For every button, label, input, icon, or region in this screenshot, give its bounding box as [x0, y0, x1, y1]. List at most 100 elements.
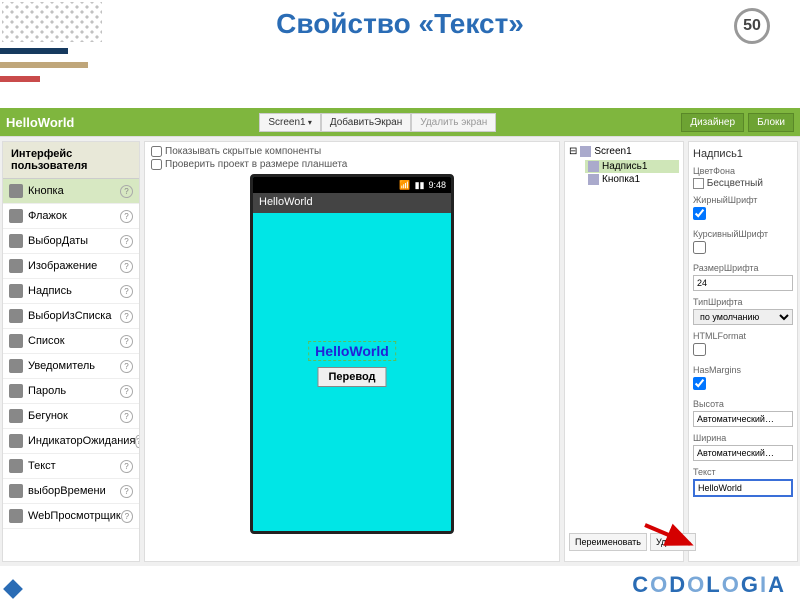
- help-icon[interactable]: ?: [120, 235, 133, 248]
- add-screen-button[interactable]: ДобавитьЭкран: [321, 113, 411, 132]
- help-icon[interactable]: ?: [120, 360, 133, 373]
- palette-item-12[interactable]: выборВремени?: [3, 479, 139, 504]
- palette-item-9[interactable]: Бегунок?: [3, 404, 139, 429]
- tablet-check[interactable]: Проверить проект в размере планшета: [151, 159, 553, 170]
- app-toolbar: HelloWorld Screen1 ДобавитьЭкран Удалить…: [0, 108, 800, 136]
- footer-decoration: [3, 579, 23, 599]
- palette-item-8[interactable]: Пароль?: [3, 379, 139, 404]
- width-label: Ширина: [693, 433, 793, 443]
- width-input[interactable]: [693, 445, 793, 461]
- bold-label: ЖирныйШрифт: [693, 195, 793, 205]
- help-icon[interactable]: ?: [120, 485, 133, 498]
- html-checkbox[interactable]: [693, 343, 706, 356]
- palette-item-label: WebПросмотрщик: [28, 510, 121, 522]
- palette-item-11[interactable]: Текст?: [3, 454, 139, 479]
- component-icon: [9, 409, 23, 423]
- palette-item-1[interactable]: Флажок?: [3, 204, 139, 229]
- palette-item-label: Изображение: [28, 260, 97, 272]
- palette-item-13[interactable]: WebПросмотрщик?: [3, 504, 139, 529]
- help-icon[interactable]: ?: [120, 335, 133, 348]
- help-icon[interactable]: ?: [120, 260, 133, 273]
- components-panel: ⊟ Screen1 Надпись1Кнопка1 Переименовать …: [564, 141, 684, 562]
- hello-label[interactable]: HelloWorld: [308, 341, 396, 361]
- delete-button[interactable]: Удалить: [650, 533, 696, 551]
- tree-item-0[interactable]: Надпись1: [585, 160, 679, 173]
- palette-item-label: Пароль: [28, 385, 66, 397]
- viewer-panel: Показывать скрытые компоненты Проверить …: [144, 141, 560, 562]
- help-icon[interactable]: ?: [120, 285, 133, 298]
- blocks-tab[interactable]: Блоки: [748, 113, 794, 132]
- phone-clock: 9:48: [428, 180, 446, 190]
- palette-item-0[interactable]: Кнопка?: [3, 179, 139, 204]
- decoration-lines: [0, 48, 88, 90]
- designer-tab[interactable]: Дизайнер: [681, 113, 744, 132]
- signal-icon: ▮▮: [415, 180, 425, 191]
- palette-item-2[interactable]: ВыборДаты?: [3, 229, 139, 254]
- palette-item-6[interactable]: Список?: [3, 329, 139, 354]
- help-icon[interactable]: ?: [120, 210, 133, 223]
- help-icon[interactable]: ?: [135, 435, 139, 448]
- slide-title: Свойство «Текст»: [0, 0, 800, 40]
- show-hidden-label: Показывать скрытые компоненты: [165, 146, 321, 157]
- tree-item-label: Кнопка1: [602, 174, 640, 185]
- bgcolor-text: Бесцветный: [707, 178, 763, 189]
- palette-item-label: Уведомитель: [28, 360, 95, 372]
- tree-item-1[interactable]: Кнопка1: [585, 173, 679, 186]
- html-label: HTMLFormat: [693, 331, 793, 341]
- help-icon[interactable]: ?: [120, 460, 133, 473]
- component-icon: [588, 174, 599, 185]
- tablet-checkbox[interactable]: [151, 159, 162, 170]
- italic-label: КурсивныйШрифт: [693, 229, 793, 239]
- component-icon: [9, 434, 23, 448]
- bold-checkbox[interactable]: [693, 207, 706, 220]
- help-icon[interactable]: ?: [121, 510, 133, 523]
- palette-item-10[interactable]: ИндикаторОжидания?: [3, 429, 139, 454]
- phone-body[interactable]: HelloWorld Перевод: [253, 213, 451, 531]
- italic-checkbox[interactable]: [693, 241, 706, 254]
- palette-item-label: Текст: [28, 460, 56, 472]
- component-icon: [9, 209, 23, 223]
- app-name: HelloWorld: [6, 115, 74, 130]
- wifi-icon: 📶: [399, 180, 410, 191]
- palette-item-label: Список: [28, 335, 65, 347]
- palette-item-label: ВыборДаты: [28, 235, 88, 247]
- fontsize-input[interactable]: [693, 275, 793, 291]
- properties-header: Надпись1: [693, 146, 793, 166]
- phone-app-title: HelloWorld: [253, 193, 451, 213]
- bgcolor-value[interactable]: Бесцветный: [693, 178, 793, 189]
- palette-item-7[interactable]: Уведомитель?: [3, 354, 139, 379]
- palette-item-label: Кнопка: [28, 185, 64, 197]
- palette-item-4[interactable]: Надпись?: [3, 279, 139, 304]
- rename-button[interactable]: Переименовать: [569, 533, 647, 551]
- main-layout: Интерфейс пользователя Кнопка?Флажок?Выб…: [0, 136, 800, 566]
- text-input[interactable]: [693, 479, 793, 497]
- palette-item-3[interactable]: Изображение?: [3, 254, 139, 279]
- component-icon: [9, 259, 23, 273]
- component-icon: [9, 309, 23, 323]
- component-icon: [9, 284, 23, 298]
- help-icon[interactable]: ?: [120, 310, 133, 323]
- help-icon[interactable]: ?: [120, 385, 133, 398]
- palette-item-label: Бегунок: [28, 410, 68, 422]
- component-icon: [9, 184, 23, 198]
- tree-item-label: Надпись1: [602, 161, 647, 172]
- component-icon: [9, 459, 23, 473]
- help-icon[interactable]: ?: [120, 410, 133, 423]
- help-icon[interactable]: ?: [120, 185, 133, 198]
- fonttype-select[interactable]: по умолчанию: [693, 309, 793, 325]
- translate-button[interactable]: Перевод: [317, 367, 386, 387]
- color-swatch-icon: [693, 178, 704, 189]
- height-input[interactable]: [693, 411, 793, 427]
- palette-item-label: ВыборИзСписка: [28, 310, 111, 322]
- delete-screen-button[interactable]: Удалить экран: [411, 113, 496, 132]
- tree-root[interactable]: ⊟ Screen1: [569, 146, 679, 157]
- fontsize-label: РазмерШрифта: [693, 263, 793, 273]
- palette-item-5[interactable]: ВыборИзСписка?: [3, 304, 139, 329]
- margins-checkbox[interactable]: [693, 377, 706, 390]
- bgcolor-label: ЦветФона: [693, 166, 793, 176]
- show-hidden-check[interactable]: Показывать скрытые компоненты: [151, 146, 553, 157]
- show-hidden-checkbox[interactable]: [151, 146, 162, 157]
- component-icon: [9, 484, 23, 498]
- screen-dropdown[interactable]: Screen1: [259, 113, 321, 132]
- component-icon: [9, 509, 23, 523]
